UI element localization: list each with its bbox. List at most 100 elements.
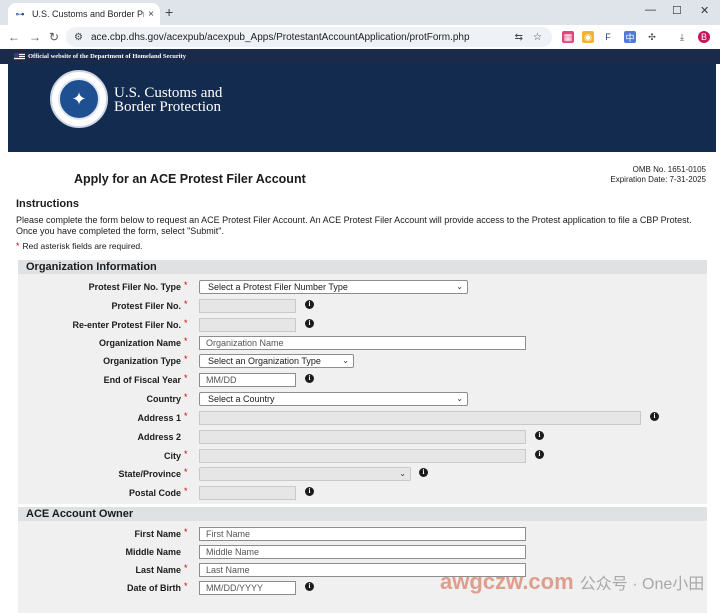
row-postal: Postal Code * i	[18, 485, 707, 502]
required-asterisk: *	[184, 527, 188, 537]
info-icon[interactable]: i	[535, 431, 544, 440]
address-bar[interactable]: ⚙ ace.cbp.dhs.gov/acexpub/acexpub_Apps/P…	[66, 27, 552, 47]
country-value: Select a Country	[208, 394, 275, 404]
url-text[interactable]: ace.cbp.dhs.gov/acexpub/acexpub_Apps/Pro…	[91, 32, 515, 43]
reload-icon[interactable]: ↻	[49, 30, 59, 44]
forward-icon[interactable]: →	[29, 30, 41, 44]
dob-input[interactable]: MM/DD/YYYY	[199, 581, 296, 595]
required-asterisk: *	[184, 318, 188, 328]
instructions-text: Please complete the form below to reques…	[16, 215, 692, 236]
expiration-date: Expiration Date: 7-31-2025	[610, 175, 706, 184]
reenter-filer-no-input[interactable]	[199, 318, 296, 332]
label-last-name: Last Name	[135, 565, 181, 575]
address2-input[interactable]	[199, 430, 526, 444]
org-type-select[interactable]: Select an Organization Type ⌄	[199, 354, 354, 368]
info-icon[interactable]: i	[305, 582, 314, 591]
label-protest-filer-type: Protest Filer No. Type	[88, 282, 181, 292]
middle-name-input[interactable]: Middle Name	[199, 545, 526, 559]
profile-avatar[interactable]: B	[698, 31, 710, 43]
tab-title: U.S. Customs and Border Pro	[32, 9, 145, 19]
info-icon[interactable]: i	[305, 300, 314, 309]
postal-input[interactable]	[199, 486, 296, 500]
org-name-input[interactable]: Organization Name	[199, 336, 526, 350]
download-icon[interactable]: ⤓	[676, 31, 688, 43]
row-protest-filer-type: Protest Filer No. Type * Select a Protes…	[18, 279, 707, 296]
required-asterisk: *	[184, 392, 188, 402]
omb-number: OMB No. 1651-0105	[632, 165, 706, 174]
row-org-type: Organization Type * Select an Organizati…	[18, 353, 707, 370]
gov-banner-text: Official website of the Department of Ho…	[28, 53, 186, 60]
puzzle-extensions-icon[interactable]: ✣	[646, 31, 658, 43]
page-viewport: Official website of the Department of Ho…	[0, 49, 720, 613]
row-org-name: Organization Name * Organization Name	[18, 335, 707, 352]
row-fiscal-year: End of Fiscal Year * MM/DD i	[18, 372, 707, 389]
agency-line-2: Border Protection	[114, 99, 222, 115]
label-first-name: First Name	[134, 529, 181, 539]
info-icon[interactable]: i	[650, 412, 659, 421]
browser-tab-bar: ⊶ U.S. Customs and Border Pro × + — ☐ ✕	[0, 0, 720, 25]
required-note-text: Red asterisk fields are required.	[22, 241, 143, 251]
label-state: State/Province	[118, 469, 181, 479]
translate-icon[interactable]: ⇆	[515, 32, 523, 43]
close-window-icon[interactable]: ✕	[700, 4, 709, 17]
info-icon[interactable]: i	[305, 487, 314, 496]
owner-section: First Name * First Name Middle Name Midd…	[18, 521, 707, 613]
main-content: Apply for an ACE Protest Filer Account O…	[8, 152, 716, 613]
city-input[interactable]	[199, 449, 526, 463]
label-reenter-filer-no: Re-enter Protest Filer No.	[72, 320, 181, 330]
fiscal-year-input[interactable]: MM/DD	[199, 373, 296, 387]
info-icon[interactable]: i	[535, 450, 544, 459]
agency-name[interactable]: U.S. Customs and Border Protection	[114, 86, 222, 115]
state-select[interactable]: ⌄	[199, 467, 411, 481]
info-icon[interactable]: i	[419, 468, 428, 477]
extension-f-icon[interactable]: F	[602, 31, 614, 43]
org-section-heading: Organization Information	[18, 260, 707, 274]
bookmark-star-icon[interactable]: ☆	[533, 32, 542, 43]
row-first-name: First Name * First Name	[18, 526, 707, 543]
chevron-down-icon: ⌄	[399, 469, 406, 478]
required-note: * Red asterisk fields are required.	[16, 241, 143, 251]
label-postal: Postal Code	[128, 488, 181, 498]
maximize-icon[interactable]: ☐	[672, 4, 682, 17]
new-tab-button[interactable]: +	[165, 4, 173, 20]
chrome-extension-icon[interactable]: ◉	[582, 31, 594, 43]
label-dob: Date of Birth	[127, 583, 181, 593]
watermark-text: awgczw.com	[440, 569, 574, 594]
label-fiscal-year: End of Fiscal Year	[103, 375, 181, 385]
info-icon[interactable]: i	[305, 319, 314, 328]
page-title: Apply for an ACE Protest Filer Account	[74, 172, 306, 186]
required-asterisk: *	[184, 581, 188, 591]
minimize-icon[interactable]: —	[645, 4, 656, 16]
eagle-icon: ✦	[58, 78, 100, 120]
extension-zh-icon[interactable]: 中	[624, 31, 636, 43]
chevron-down-icon: ⌄	[456, 282, 463, 291]
country-select[interactable]: Select a Country ⌄	[199, 392, 468, 406]
row-protest-filer-no: Protest Filer No. * i	[18, 298, 707, 315]
site-info-icon[interactable]: ⚙	[74, 32, 83, 43]
extension-icon[interactable]: ▦	[562, 31, 574, 43]
protest-filer-no-input[interactable]	[199, 299, 296, 313]
address1-input[interactable]	[199, 411, 641, 425]
chevron-down-icon: ⌄	[342, 356, 349, 365]
required-asterisk: *	[184, 336, 188, 346]
row-middle-name: Middle Name Middle Name	[18, 544, 707, 561]
required-asterisk: *	[184, 373, 188, 383]
dhs-seal-logo[interactable]: ✦	[50, 70, 108, 128]
watermark-cn-text: 公众号 · One小田	[579, 576, 705, 593]
required-asterisk: *	[184, 299, 188, 309]
gov-banner: Official website of the Department of Ho…	[0, 49, 720, 64]
label-middle-name: Middle Name	[125, 547, 181, 557]
chevron-down-icon: ⌄	[456, 394, 463, 403]
browser-tab[interactable]: ⊶ U.S. Customs and Border Pro ×	[8, 3, 160, 25]
browser-toolbar: ← → ↻ ⚙ ace.cbp.dhs.gov/acexpub/acexpub_…	[0, 25, 720, 49]
close-tab-icon[interactable]: ×	[148, 9, 154, 20]
protest-filer-type-select[interactable]: Select a Protest Filer Number Type ⌄	[199, 280, 468, 294]
label-org-name: Organization Name	[98, 338, 181, 348]
org-section: Protest Filer No. Type * Select a Protes…	[18, 274, 707, 504]
first-name-input[interactable]: First Name	[199, 527, 526, 541]
row-city: City * i	[18, 448, 707, 465]
info-icon[interactable]: i	[305, 374, 314, 383]
us-flag-icon	[14, 53, 25, 60]
row-country: Country * Select a Country ⌄	[18, 391, 707, 408]
back-icon[interactable]: ←	[8, 30, 20, 44]
